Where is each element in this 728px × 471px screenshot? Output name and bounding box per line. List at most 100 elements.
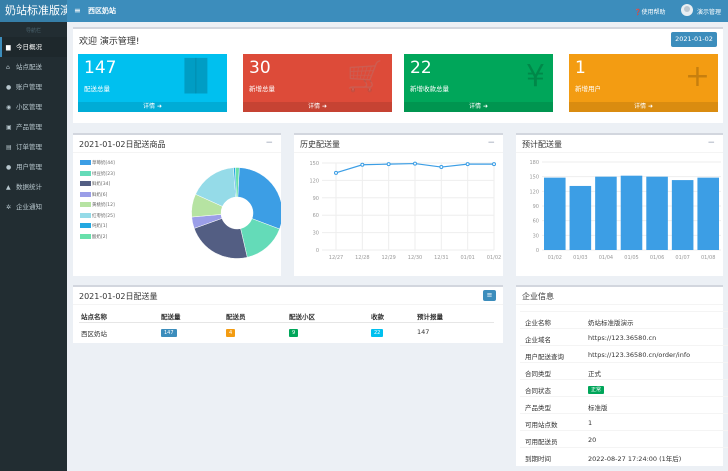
data-point[interactable]: [439, 165, 444, 170]
bar[interactable]: [646, 176, 668, 250]
pie-slice[interactable]: [237, 167, 281, 230]
help-link[interactable]: ❓使用帮助: [634, 7, 666, 16]
sidebar-item-label: 用户管理: [16, 163, 42, 171]
stat-more-link[interactable]: 详情 ➜: [243, 102, 392, 112]
sidebar-item-2[interactable]: ● 账户管理: [0, 77, 67, 97]
bar-chart-panel: 预计配送量 − 0 30 60 90 120 150 180 01/02 01/03 01/04 0…: [516, 133, 723, 276]
stat-value: 22: [410, 58, 432, 78]
y-tick-label: 150: [309, 161, 319, 167]
sidebar-item-0[interactable]: ▆ 今日概况: [0, 37, 67, 57]
sidebar-item-1[interactable]: ⌂ 站点配送: [0, 57, 67, 77]
x-tick-label: 01/07: [675, 255, 689, 261]
x-tick-label: 01/02: [548, 255, 562, 261]
map-marker-icon: ◉: [6, 104, 12, 111]
stat-value: 1: [575, 58, 586, 78]
stat-more-link[interactable]: 详情 ➜: [78, 102, 227, 112]
info-value: 奶站标准版演示: [588, 319, 634, 327]
sidebar-item-label: 企业通知: [16, 203, 42, 211]
arrow-circle-right-icon: ➜: [156, 103, 162, 110]
bar[interactable]: [620, 175, 643, 250]
info-key: 合同类型: [525, 370, 551, 378]
arrow-circle-right-icon: ➜: [321, 103, 327, 110]
stat-tile: 147 配送总量 ▐▌ 详情 ➜: [78, 54, 227, 112]
order-icon: ▤: [6, 144, 12, 151]
info-row: 合同类型 正式: [520, 362, 728, 380]
sidebar-item-label: 数据统计: [16, 183, 42, 191]
stat-more-link[interactable]: 详情 ➜: [569, 102, 718, 112]
data-point[interactable]: [413, 161, 417, 166]
sidebar-caption: 导航栏: [25, 28, 41, 34]
stat-tile: 1 新增用户 + 详情 ➜: [569, 54, 718, 112]
stat-more-link[interactable]: 详情 ➜: [404, 102, 553, 112]
table-cell: 4: [226, 328, 236, 337]
list-icon[interactable]: ≡: [483, 290, 496, 301]
column-header: 收款: [371, 313, 384, 321]
info-row: 可用配送员 20: [520, 430, 728, 448]
stat-label: 新增总量: [249, 85, 275, 93]
column-header: 预计报量: [417, 313, 443, 321]
info-value: 标准版: [588, 404, 608, 412]
stat-label: 新增用户: [575, 85, 601, 93]
column-header: 配送量: [161, 313, 181, 321]
payment-badge[interactable]: 22: [371, 329, 384, 337]
sidebar-item-8[interactable]: ✲ 企业通知: [0, 197, 67, 217]
stat-value: 147: [84, 58, 117, 78]
bar[interactable]: [569, 185, 592, 250]
y-tick-label: 180: [529, 160, 539, 166]
info-key: 可用配送员: [525, 438, 558, 446]
info-row: 企业名称 奶站标准版演示: [520, 311, 728, 329]
sidebar-item-label: 产品管理: [16, 123, 42, 131]
data-point[interactable]: [334, 170, 338, 175]
bar[interactable]: [544, 177, 566, 250]
community-badge[interactable]: 9: [289, 329, 299, 337]
bar[interactable]: [595, 176, 617, 250]
data-point[interactable]: [492, 162, 496, 167]
sidebar-item-label: 订单管理: [16, 143, 42, 151]
chart-icon: ▲: [6, 184, 11, 191]
pie-chart-panel: 2021-01-02日配送商品 − 草莓奶[44] 绿豆奶[23] 鲜奶[34] 鲜奶…: [73, 133, 281, 276]
table-cell: 147: [417, 328, 430, 336]
sidebar-item-6[interactable]: ● 用户管理: [0, 157, 67, 177]
stat-value: 30: [249, 58, 271, 78]
y-tick-label: 120: [529, 189, 539, 195]
menu-toggle-icon[interactable]: ≡: [74, 6, 81, 15]
app-brand[interactable]: 奶站标准版演: [0, 0, 67, 22]
user-menu[interactable]: 演示管理: [697, 7, 721, 16]
y-tick-label: 120: [309, 178, 319, 184]
avatar[interactable]: [681, 4, 693, 16]
product-icon: ▣: [6, 124, 12, 131]
line-chart-panel: 历史配送量 − 0 30 60 90 120 150 12/27 12/28 12/29 12/3…: [294, 133, 503, 276]
courier-badge[interactable]: 4: [226, 329, 236, 337]
status-badge: 正常: [588, 386, 605, 394]
table-cell: 22: [371, 328, 384, 337]
info-key: 产品类型: [525, 404, 551, 412]
x-tick-label: 01/06: [650, 255, 664, 261]
users-icon: ●: [6, 164, 12, 171]
date-button[interactable]: 2021-01-02: [671, 32, 717, 47]
bar[interactable]: [697, 177, 719, 250]
sidebar-item-label: 账户管理: [16, 83, 42, 91]
x-tick-label: 01/02: [487, 255, 501, 261]
gear-icon: ✲: [6, 204, 12, 211]
sidebar-item-5[interactable]: ▤ 订单管理: [0, 137, 67, 157]
column-header: 配送员: [226, 313, 246, 321]
delivery-badge[interactable]: 147: [161, 329, 177, 337]
column-header: 配送小区: [289, 313, 315, 321]
top-navbar: ≡ 西区奶站 ❓使用帮助 演示管理: [67, 0, 728, 22]
bar[interactable]: [671, 180, 694, 250]
info-key: 企业名称: [525, 319, 551, 327]
info-row: 产品类型 标准版: [520, 396, 728, 414]
data-point[interactable]: [386, 162, 391, 167]
data-point[interactable]: [360, 162, 365, 167]
data-point[interactable]: [465, 162, 470, 167]
y-tick-label: 0: [536, 248, 539, 254]
user-plus-icon: +: [684, 59, 710, 94]
sidebar-item-7[interactable]: ▲ 数据统计: [0, 177, 67, 197]
sidebar-item-4[interactable]: ▣ 产品管理: [0, 117, 67, 137]
x-tick-label: 12/28: [355, 255, 369, 261]
sidebar-item-3[interactable]: ◉ 小区管理: [0, 97, 67, 117]
stat-tile: 22 新增收款总量 ¥ 详情 ➜: [404, 54, 553, 112]
x-tick-label: 12/31: [434, 255, 448, 261]
x-tick-label: 12/27: [329, 255, 343, 261]
info-key: 合同状态: [525, 387, 551, 395]
